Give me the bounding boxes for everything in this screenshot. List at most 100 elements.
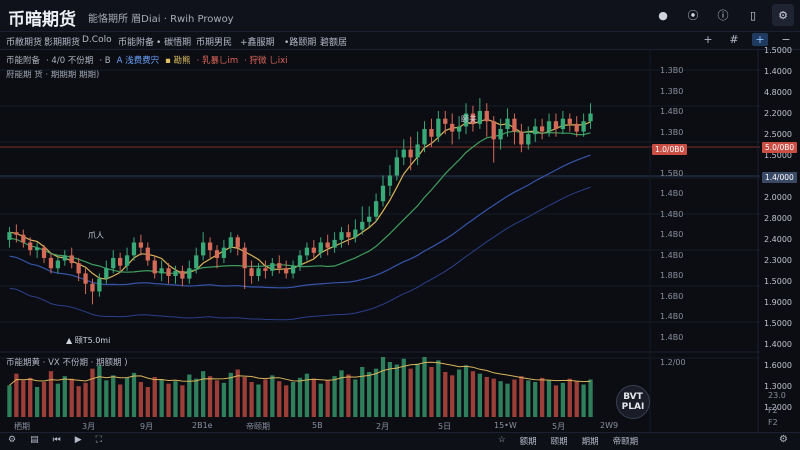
candle-body [512,118,517,132]
menu-icon[interactable]: ▤ [30,435,39,445]
bottom-control-1[interactable]: 额期 [520,435,537,447]
corner-settings-icon[interactable]: ⚙ [779,434,788,445]
skip-icon[interactable]: ⏮ [53,435,61,445]
candle-body [34,247,40,251]
volume-bar [263,379,268,417]
bottom-control-3[interactable]: 期期 [582,435,599,447]
info-icon[interactable]: ⓘ [712,4,734,26]
volume-bar [173,381,178,417]
candle-body [256,268,261,276]
play-icon[interactable]: ▶ [75,435,82,445]
bottom-control-2[interactable]: 颐期 [551,435,568,447]
candle-body [90,283,95,292]
candle-body [111,257,116,269]
candle-body [443,118,448,124]
time-axis-label: 3月 [82,422,96,431]
volume-bar [526,380,531,417]
volume-bar [429,367,434,417]
volume-bar [194,378,199,417]
price-axis-label: 1.4B0 [660,189,684,198]
candle-body [574,123,579,132]
volume-bar [201,371,206,417]
candle-body [401,149,406,158]
toolbar-item-1[interactable]: 影期期货 [44,35,80,48]
candle-body [28,242,33,251]
volume-bar [318,383,323,417]
candle-body [325,242,330,248]
candle-body [214,250,220,258]
navigate-icon[interactable]: ⦿ [682,4,704,26]
candle-body [117,257,123,266]
candle-body [194,255,199,269]
brand-badge[interactable]: BVT PLAI [616,385,650,419]
volume-bar [97,365,102,417]
time-axis-label: 栖期 [14,422,30,431]
candle-body [360,221,365,230]
candle-body [505,118,510,129]
volume-bar [546,380,552,417]
price-axis-label: 1.3B0 [660,127,684,137]
toolbar-item-7[interactable]: •路颐期 [284,35,316,48]
candle-body [311,247,316,253]
low-left-annotation: 爪人 [88,231,104,240]
plus-icon[interactable]: + [700,33,716,46]
volume-bar [124,377,130,417]
time-axis-label: 9月 [140,422,154,431]
crosshair-icon[interactable]: + [752,33,768,46]
toolbar-item-0[interactable]: 币敝期货 [6,35,42,48]
toolbar-item-8[interactable]: 碧额居 [320,35,347,48]
volume-bar [373,368,379,417]
bottom-control-0[interactable]: ☆ [498,435,506,447]
settings-icon[interactable]: ⚙ [772,4,794,26]
fullscreen-icon[interactable]: ⛶ [96,435,102,445]
candle-body [41,247,47,258]
volume-bar [539,377,545,417]
phone-icon[interactable]: ▯ [742,4,764,26]
candle-body [201,242,206,256]
volume-bar [498,381,503,417]
toolbar-item-5[interactable]: 币期男民 [196,35,232,48]
outer-axis-label: 1.9000 [764,298,792,307]
volume-bar [138,382,144,417]
time-axis-label: 2B1e [192,421,213,430]
trough-annotation: ▲ 颐T5.0mi [66,336,111,345]
volume-bar [408,368,413,417]
toolbar-item-6[interactable]: +鑫服期 [240,35,275,48]
volume-bar [214,380,220,417]
volume-bar [159,379,164,417]
candle-body [180,270,185,279]
volume-bar [470,371,476,417]
minus-icon[interactable]: − [778,33,794,46]
grid-icon[interactable]: # [726,33,742,46]
outer-axis-label: 1.4000 [764,340,792,349]
price-tag: 1.4/000 [762,172,797,183]
volume-bar [346,374,351,417]
settings-icon[interactable]: ⚙ [8,435,16,445]
volume-bar [152,377,157,417]
time-axis-label: 5B [312,421,323,430]
badge-line2: PLAI [621,402,645,412]
volume-bar [207,376,213,417]
volume-bar [415,363,420,417]
record-icon[interactable]: ● [652,4,674,26]
volume-bar [367,372,372,417]
volume-bar [131,372,137,417]
candle-body [221,247,227,258]
volume-bar [387,362,393,417]
bottom-control-4[interactable]: 帝颐期 [613,435,639,447]
price-axis-label: 1.4B0 [660,209,684,219]
candle-body [242,247,247,269]
toolbar-item-3[interactable]: 币能附备 [118,35,154,48]
candle-body [228,237,233,248]
candle-body [533,126,538,135]
candle-body [14,232,19,235]
candle-body [539,126,545,132]
candle-body [83,273,88,284]
price-axis-label: 1.5B0 [660,168,684,178]
price-axis-label: 1.6B0 [660,291,684,301]
time-axis-label: 2W9 [600,421,619,430]
toolbar-item-4[interactable]: • 碳悟期 [156,35,191,48]
volume-bar [111,375,116,417]
toolbar-item-2[interactable]: D.Colo [82,35,112,45]
volume-bar [533,382,538,417]
